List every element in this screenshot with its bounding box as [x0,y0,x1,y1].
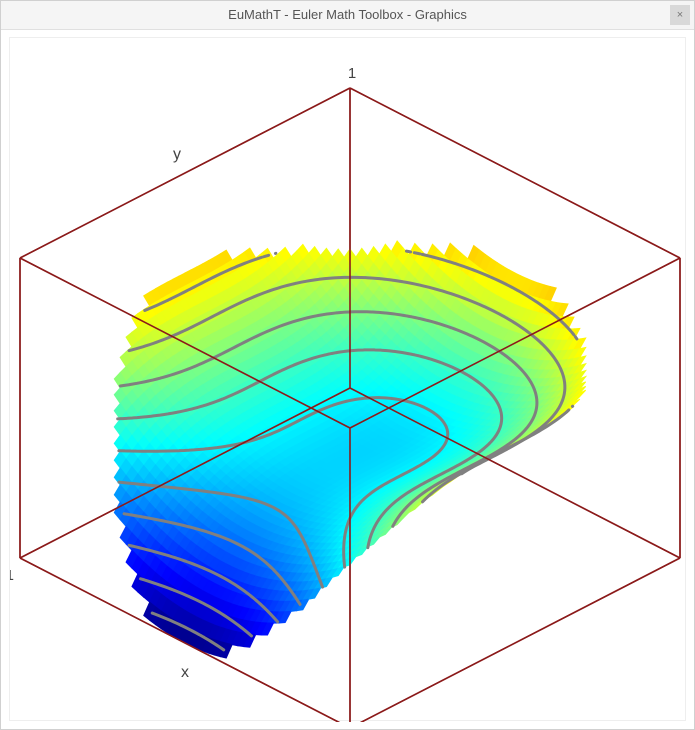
y-tick-max: 1 [348,65,356,82]
window-title: EuMathT - Euler Math Toolbox - Graphics [228,7,467,22]
close-icon: × [677,9,683,21]
titlebar[interactable]: EuMathT - Euler Math Toolbox - Graphics … [1,1,694,30]
graphics-canvas[interactable]: -11y-11x-12z [9,37,686,721]
y-axis-label: y [173,146,181,163]
app-window: EuMathT - Euler Math Toolbox - Graphics … [0,0,695,730]
x-axis-label: x [181,664,189,681]
surface-plot: -11y-11x-12z [10,38,685,722]
x-tick-min: -1 [10,567,14,584]
close-button[interactable]: × [670,5,690,25]
